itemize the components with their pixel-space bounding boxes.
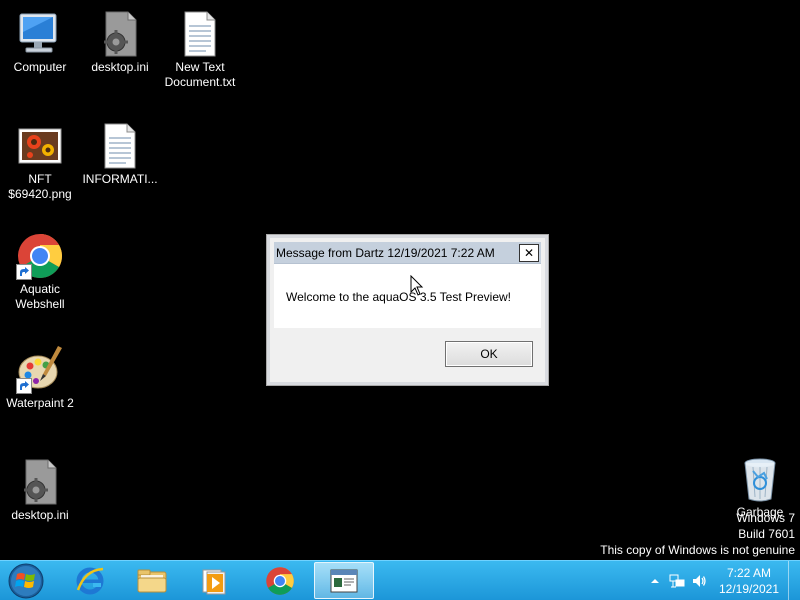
message-dialog[interactable]: Message from Dartz 12/19/2021 7:22 AM ✕ … [266,234,549,386]
dialog-title: Message from Dartz 12/19/2021 7:22 AM [276,245,495,260]
taskbar: 7:22 AM 12/19/2021 [0,560,800,600]
ok-button[interactable]: OK [445,341,533,367]
desktop-icon-label: desktop.ini [11,508,69,522]
file-explorer-icon [137,569,167,592]
taskbar-file-explorer[interactable] [122,562,182,599]
close-button[interactable]: ✕ [519,243,539,262]
desktop-icon-label: INFORMATI... [82,172,158,186]
watermark-build: Build 7601 [738,527,795,541]
recycle-bin-icon [736,455,784,503]
taskbar-media-player[interactable] [184,562,244,599]
desktop-icon-desktop-ini-2[interactable]: desktop.ini [0,458,80,523]
show-hidden-icons-button[interactable] [644,561,666,600]
desktop-icon-waterpaint[interactable]: Waterpaint 2 [0,346,80,411]
chrome-icon [16,232,64,280]
dialog-message: Welcome to the aquaOS 3.5 Test Preview! [286,290,512,304]
desktop-icon-label: desktop.ini [91,60,149,74]
shortcut-arrow-icon [16,264,32,280]
taskbar-internet-explorer[interactable] [60,562,120,599]
windows-genuine-watermark: Windows 7 Build 7601 This copy of Window… [600,510,795,558]
network-icon [669,574,685,588]
network-tray-button[interactable] [666,561,688,600]
clock-date: 12/19/2021 [718,582,780,596]
close-icon: ✕ [523,245,535,260]
desktop-icon-label: Aquatic Webshell [15,282,65,311]
mouse-cursor-icon [410,274,424,297]
taskbar-message-window[interactable] [314,562,374,599]
start-button[interactable] [4,563,48,599]
settings-file-icon [96,10,144,58]
desktop-icon-information[interactable]: INFORMATI... [80,122,160,187]
system-tray: 7:22 AM 12/19/2021 [644,561,800,600]
show-desktop-button[interactable] [788,561,800,600]
text-document-icon [96,122,144,170]
desktop-icon-computer[interactable]: Computer [0,10,80,75]
message-window-icon [330,569,358,592]
volume-tray-button[interactable] [688,561,710,600]
watermark-genuine-notice: This copy of Windows is not genuine [600,543,795,557]
speaker-icon [693,575,706,587]
watermark-os-name: Windows 7 [736,511,795,525]
paint-palette-icon [16,346,64,394]
desktop-icon-label: New Text Document.txt [164,60,236,89]
taskbar-chrome[interactable] [250,562,310,599]
shortcut-arrow-icon [16,378,32,394]
desktop-icon-aquatic-webshell[interactable]: Aquatic Webshell [0,232,80,312]
dialog-titlebar[interactable]: Message from Dartz 12/19/2021 7:22 AM ✕ [274,242,541,264]
internet-explorer-icon [76,567,104,594]
chrome-icon [266,566,294,595]
desktop-icon-nft-png[interactable]: NFT $69420.png [0,122,80,202]
computer-icon [16,10,64,58]
settings-file-icon [16,458,64,506]
dialog-body: Welcome to the aquaOS 3.5 Test Preview! [274,264,541,328]
image-file-icon [16,122,64,170]
desktop-icon-desktop-ini[interactable]: desktop.ini [80,10,160,75]
media-player-icon [202,569,226,594]
windows-logo-icon [8,563,44,599]
taskbar-clock[interactable]: 7:22 AM 12/19/2021 [710,565,788,597]
desktop-icon-new-text-document[interactable]: New Text Document.txt [160,10,240,90]
chevron-up-icon [651,579,659,583]
desktop-icon-label: Waterpaint 2 [6,396,74,410]
clock-time: 7:22 AM [726,566,772,580]
text-document-icon [176,10,224,58]
desktop-icon-label: NFT $69420.png [8,172,72,201]
desktop-icon-label: Computer [13,60,67,74]
